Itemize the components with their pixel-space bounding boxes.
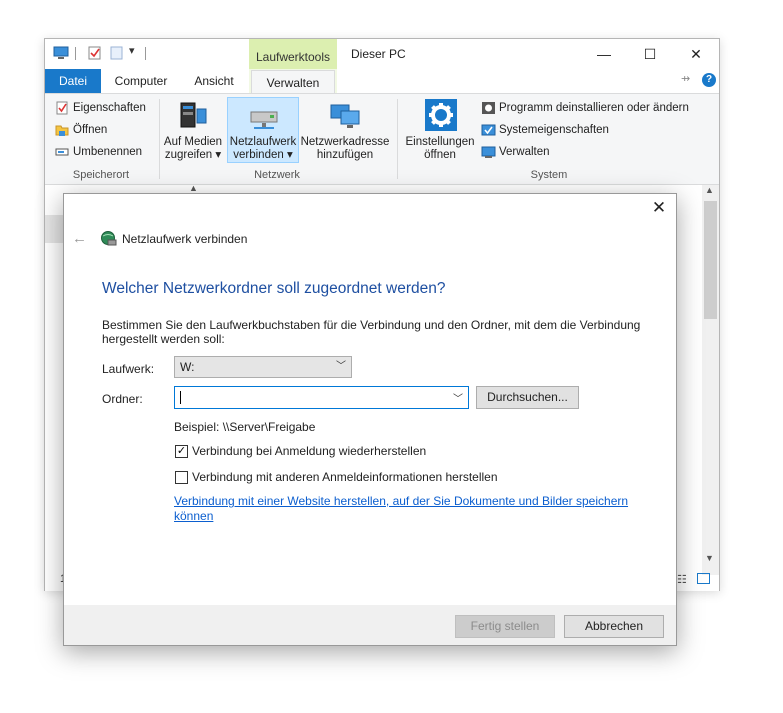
tab-verwalten[interactable]: Verwalten [251, 70, 335, 94]
reconnect-label: Verbindung bei Anmeldung wiederherstelle… [192, 444, 427, 458]
eigenschaften-button[interactable]: Eigenschaften [55, 101, 146, 115]
folder-path-input[interactable]: ﹀ [174, 386, 469, 409]
dialog-heading: Welcher Netzwerkordner soll zugeordnet w… [102, 280, 446, 297]
computer-management-icon [481, 146, 496, 158]
reconnect-checkbox[interactable]: ✓ [175, 445, 188, 458]
computer-icon[interactable] [53, 46, 69, 60]
drive-letter-value: W: [180, 360, 195, 374]
scrollbar-thumb[interactable] [704, 201, 717, 319]
qa-separator [75, 47, 76, 60]
media-server-icon [180, 102, 207, 128]
group-label-netzwerk: Netzwerk [254, 169, 300, 181]
group-separator [397, 99, 398, 179]
scrollbar-down-arrow-icon[interactable]: ▼ [705, 553, 714, 563]
systemeigenschaften-button[interactable]: Systemeigenschaften [481, 123, 609, 137]
umbenennen-button[interactable]: Umbenennen [55, 145, 142, 159]
text-caret [180, 391, 181, 404]
programm-deinstallieren-label: Programm deinstallieren oder ändern [499, 102, 689, 115]
scroll-up-arrow-icon[interactable]: ▲ [189, 183, 198, 193]
dialog-title: Netzlaufwerk verbinden [122, 232, 248, 246]
window-title: Dieser PC [351, 47, 406, 61]
help-icon[interactable]: ? [702, 73, 716, 87]
drive-label: Laufwerk: [102, 362, 155, 376]
programm-deinstallieren-button[interactable]: Programm deinstallieren oder ändern [481, 101, 689, 115]
minimize-button[interactable]: — [581, 39, 627, 69]
einstellungen-oeffnen-button[interactable]: Einstellungen öffnen [401, 136, 479, 162]
back-arrow-icon[interactable]: ← [72, 230, 87, 247]
maximize-button[interactable]: ☐ [627, 39, 673, 69]
uninstall-program-icon [482, 102, 495, 114]
rename-icon [55, 148, 69, 156]
oeffnen-button[interactable]: Öffnen [55, 123, 107, 137]
properties-icon [56, 101, 68, 115]
einstellungen-line1: Einstellungen [405, 136, 475, 148]
website-connect-link[interactable]: Verbindung mit einer Website herstellen,… [174, 494, 644, 524]
open-folder-icon [55, 125, 69, 136]
close-button[interactable]: ✕ [673, 39, 719, 69]
group-label-system: System [530, 169, 568, 181]
new-folder-icon[interactable] [109, 46, 125, 60]
dialog-description: Bestimmen Sie den Laufwerkbuchstaben für… [102, 318, 641, 346]
tab-datei[interactable]: Datei [45, 69, 101, 93]
properties-icon[interactable] [87, 46, 103, 60]
chevron-down-icon: ﹀ [336, 361, 346, 372]
large-icons-view-icon[interactable] [697, 573, 710, 584]
dialog-close-button[interactable]: ✕ [646, 197, 672, 219]
path-example: Beispiel: \\Server\Freigabe [174, 420, 316, 434]
netzwerkadresse-line1: Netzwerkadresse [300, 136, 390, 148]
folder-label: Ordner: [102, 392, 143, 406]
pin-ribbon-icon[interactable]: ⇸ [681, 72, 690, 85]
systemeigenschaften-label: Systemeigenschaften [499, 124, 609, 137]
details-view-icon[interactable]: ☷ [677, 573, 687, 586]
auf-medien-line2: zugreifen ▾ [164, 149, 222, 161]
verwalten-button[interactable]: Verwalten [481, 145, 550, 159]
netzwerkadresse-hinzufuegen-button[interactable]: Netzwerkadresse hinzufügen [299, 136, 391, 162]
umbenennen-label: Umbenennen [73, 146, 143, 159]
netzlaufwerk-line2: verbinden ▾ [233, 149, 293, 161]
other-credentials-label: Verbindung mit anderen Anmeldeinformatio… [192, 470, 498, 484]
system-properties-icon [481, 124, 496, 136]
qa-separator [145, 47, 146, 60]
network-location-icon [330, 104, 360, 128]
group-label-speicherort: Speicherort [72, 169, 130, 181]
einstellungen-line2: öffnen [424, 149, 456, 161]
netzlaufwerk-verbinden-button[interactable]: Netzlaufwerk verbinden ▾ [227, 97, 299, 163]
eigenschaften-label: Eigenschaften [73, 102, 146, 115]
scrollbar-up-arrow-icon[interactable]: ▲ [705, 185, 714, 195]
checkmark-icon: ✓ [176, 445, 187, 457]
netzlaufwerk-line1: Netzlaufwerk [229, 136, 297, 148]
browse-button[interactable]: Durchsuchen... [476, 386, 579, 409]
tab-ansicht[interactable]: Ansicht [179, 69, 249, 93]
oeffnen-label: Öffnen [73, 124, 108, 137]
qa-customize-icon[interactable]: ▾ [129, 44, 135, 57]
map-network-drive-dialog: ✕ ← Netzlaufwerk verbinden Welcher Netzw… [63, 193, 677, 646]
other-credentials-checkbox[interactable] [175, 471, 188, 484]
network-drive-globe-icon [101, 231, 117, 246]
cancel-button[interactable]: Abbrechen [564, 615, 664, 638]
contextual-tab-drive-tools: Laufwerktools [249, 39, 337, 69]
auf-medien-line1: Auf Medien [163, 136, 223, 148]
finish-button[interactable]: Fertig stellen [455, 615, 555, 638]
auf-medien-zugreifen-button[interactable]: Auf Medien zugreifen ▾ [159, 136, 227, 162]
netzwerkadresse-line2: hinzufügen [316, 149, 374, 161]
nav-pane-selection[interactable] [45, 215, 64, 243]
tab-computer[interactable]: Computer [107, 69, 175, 93]
drive-letter-select[interactable]: W: ﹀ [174, 356, 352, 378]
settings-gear-icon [425, 99, 457, 131]
chevron-down-icon[interactable]: ﹀ [453, 390, 463, 405]
network-drive-icon [250, 111, 278, 129]
verwalten-label: Verwalten [499, 146, 550, 159]
